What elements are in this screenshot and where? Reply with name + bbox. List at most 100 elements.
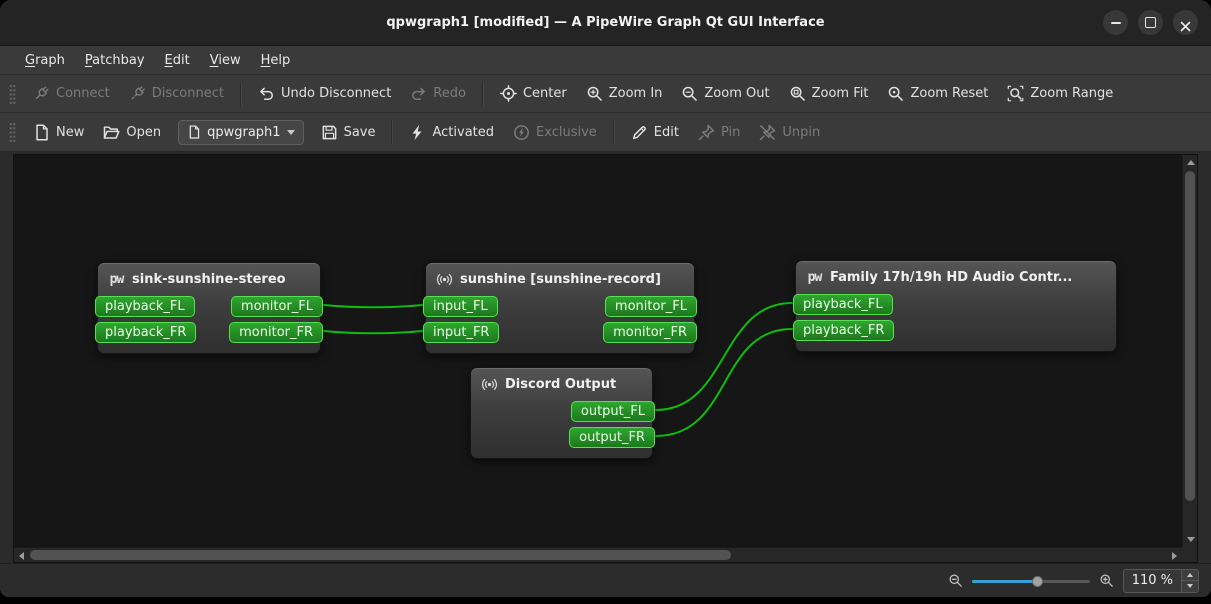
toolbar-separator [239, 81, 242, 106]
zoom-spin-up-button[interactable] [1182, 569, 1198, 580]
center-button[interactable]: Center [491, 80, 576, 107]
save-icon [322, 125, 336, 139]
connect-button[interactable]: Connect [24, 80, 119, 107]
statusbar: 110 % [0, 563, 1211, 597]
port-output-fl[interactable]: output_FL [570, 400, 655, 422]
toolbar-grip[interactable] [9, 121, 16, 143]
connect-icon [35, 86, 49, 100]
toolbar-separator [481, 81, 484, 106]
toolbar-separator [391, 120, 394, 144]
titlebar[interactable]: qpwgraph1 [modified] — A PipeWire Graph … [0, 0, 1211, 46]
horizontal-scrollbar[interactable] [14, 547, 1182, 562]
exclusive-icon [514, 124, 529, 140]
zoom-range-icon [1008, 85, 1024, 102]
scroll-down-arrow-icon[interactable] [1187, 537, 1195, 542]
maximize-button[interactable] [1138, 10, 1163, 35]
toolbar-grip[interactable] [9, 82, 16, 105]
port-output-fr[interactable]: output_FR [569, 426, 655, 448]
connection[interactable] [323, 304, 423, 309]
patchbay-file-icon [189, 125, 200, 139]
port-playback-fr[interactable]: playback_FR [95, 321, 197, 343]
port-input-fr[interactable]: input_FR [423, 321, 500, 343]
activated-toggle[interactable]: Activated [400, 119, 503, 146]
activated-bolt-icon [413, 124, 423, 140]
zoom-fit-icon [790, 86, 805, 101]
node-discord-output[interactable]: Discord Output output_FL output_FR [470, 367, 655, 459]
patchbay-select-value: qpwgraph1 [207, 124, 281, 140]
save-button[interactable]: Save [312, 119, 385, 146]
undo-disconnect-button[interactable]: Undo Disconnect [249, 80, 400, 107]
graph-canvas[interactable]: pw sink-sunshine-stereo playback_FL moni… [14, 155, 1182, 547]
zoom-out-icon[interactable] [948, 573, 963, 588]
close-button[interactable] [1173, 10, 1198, 35]
qpwgraph-window: qpwgraph1 [modified] — A PipeWire Graph … [0, 0, 1211, 597]
port-playback-fl[interactable]: playback_FL [793, 293, 893, 315]
new-button[interactable]: New [24, 119, 93, 146]
port-playback-fl[interactable]: playback_FL [95, 295, 195, 317]
port-monitor-fl[interactable]: monitor_FL [604, 295, 697, 317]
audio-node-icon [481, 376, 498, 393]
window-controls [1103, 0, 1198, 45]
port-monitor-fr[interactable]: monitor_FR [603, 321, 697, 343]
zoom-slider[interactable] [971, 573, 1090, 589]
zoom-value: 110 % [1131, 573, 1173, 588]
vertical-scrollbar-handle[interactable] [1185, 171, 1195, 501]
zoom-in-icon[interactable] [1099, 573, 1114, 588]
zoom-slider-handle[interactable] [1031, 575, 1043, 587]
node-family-hd-audio[interactable]: pw Family 17h/19h HD Audio Contr... play… [793, 260, 1117, 352]
zoom-range-button[interactable]: Zoom Range [998, 80, 1122, 107]
menu-edit[interactable]: Edit [156, 49, 199, 72]
connection[interactable] [323, 330, 423, 335]
horizontal-scrollbar-handle[interactable] [30, 550, 731, 560]
audio-node-icon [436, 271, 453, 288]
up-arrow-icon [1187, 572, 1193, 577]
exclusive-toggle[interactable]: Exclusive [504, 119, 606, 146]
node-title: sunshine [sunshine-record] [460, 271, 661, 287]
scroll-left-arrow-icon[interactable] [19, 552, 24, 560]
scroll-up-arrow-icon[interactable] [1187, 160, 1195, 165]
close-icon [1180, 17, 1191, 32]
menubar: Graph Patchbay Edit View Help [0, 46, 1211, 75]
pin-icon [698, 124, 715, 140]
port-monitor-fr[interactable]: monitor_FR [229, 321, 323, 343]
minimize-button[interactable] [1103, 10, 1128, 35]
zoom-slider-fill [971, 579, 1037, 583]
port-monitor-fl[interactable]: monitor_FL [230, 295, 323, 317]
node-sunshine-record[interactable]: sunshine [sunshine-record] input_FL moni… [423, 262, 697, 354]
edit-pencil-icon [632, 125, 646, 139]
node-title: Family 17h/19h HD Audio Contr... [830, 269, 1073, 285]
menu-help[interactable]: Help [252, 49, 300, 72]
patchbay-toolbar: New Open qpwgraph1 Save Activated Exclus… [0, 113, 1211, 152]
menu-patchbay[interactable]: Patchbay [76, 49, 154, 72]
node-title: Discord Output [505, 376, 617, 392]
patchbay-select[interactable]: qpwgraph1 [178, 119, 304, 145]
open-folder-icon [104, 125, 120, 139]
redo-button[interactable]: Redo [401, 80, 475, 107]
zoom-fit-button[interactable]: Zoom Fit [780, 80, 878, 107]
undo-icon [260, 87, 273, 100]
maximize-icon [1145, 17, 1156, 28]
port-playback-fr[interactable]: playback_FR [793, 319, 895, 341]
chevron-down-icon [286, 129, 295, 135]
edit-toggle[interactable]: Edit [622, 119, 688, 146]
zoom-spin-down-button[interactable] [1182, 580, 1198, 592]
window-title: qpwgraph1 [modified] — A PipeWire Graph … [386, 15, 825, 30]
zoom-out-button[interactable]: Zoom Out [672, 80, 778, 107]
pin-button[interactable]: Pin [689, 119, 749, 146]
zoom-out-icon [683, 86, 698, 101]
zoom-spinbox[interactable]: 110 % [1122, 568, 1199, 593]
disconnect-button[interactable]: Disconnect [120, 80, 233, 107]
scroll-right-arrow-icon[interactable] [1172, 552, 1177, 560]
zoom-in-icon [587, 86, 602, 101]
vertical-scrollbar[interactable] [1182, 155, 1197, 547]
menu-graph[interactable]: Graph [16, 49, 74, 72]
unpin-button[interactable]: Unpin [750, 119, 829, 146]
open-button[interactable]: Open [94, 119, 170, 146]
menu-view[interactable]: View [201, 49, 250, 72]
zoom-in-button[interactable]: Zoom In [577, 80, 672, 107]
canvas-frame: pw sink-sunshine-stereo playback_FL moni… [13, 154, 1198, 563]
minimize-icon [1110, 21, 1121, 24]
port-input-fl[interactable]: input_FL [423, 295, 498, 317]
zoom-reset-button[interactable]: Zoom Reset [878, 80, 997, 107]
node-sink-sunshine-stereo[interactable]: pw sink-sunshine-stereo playback_FL moni… [95, 262, 323, 354]
